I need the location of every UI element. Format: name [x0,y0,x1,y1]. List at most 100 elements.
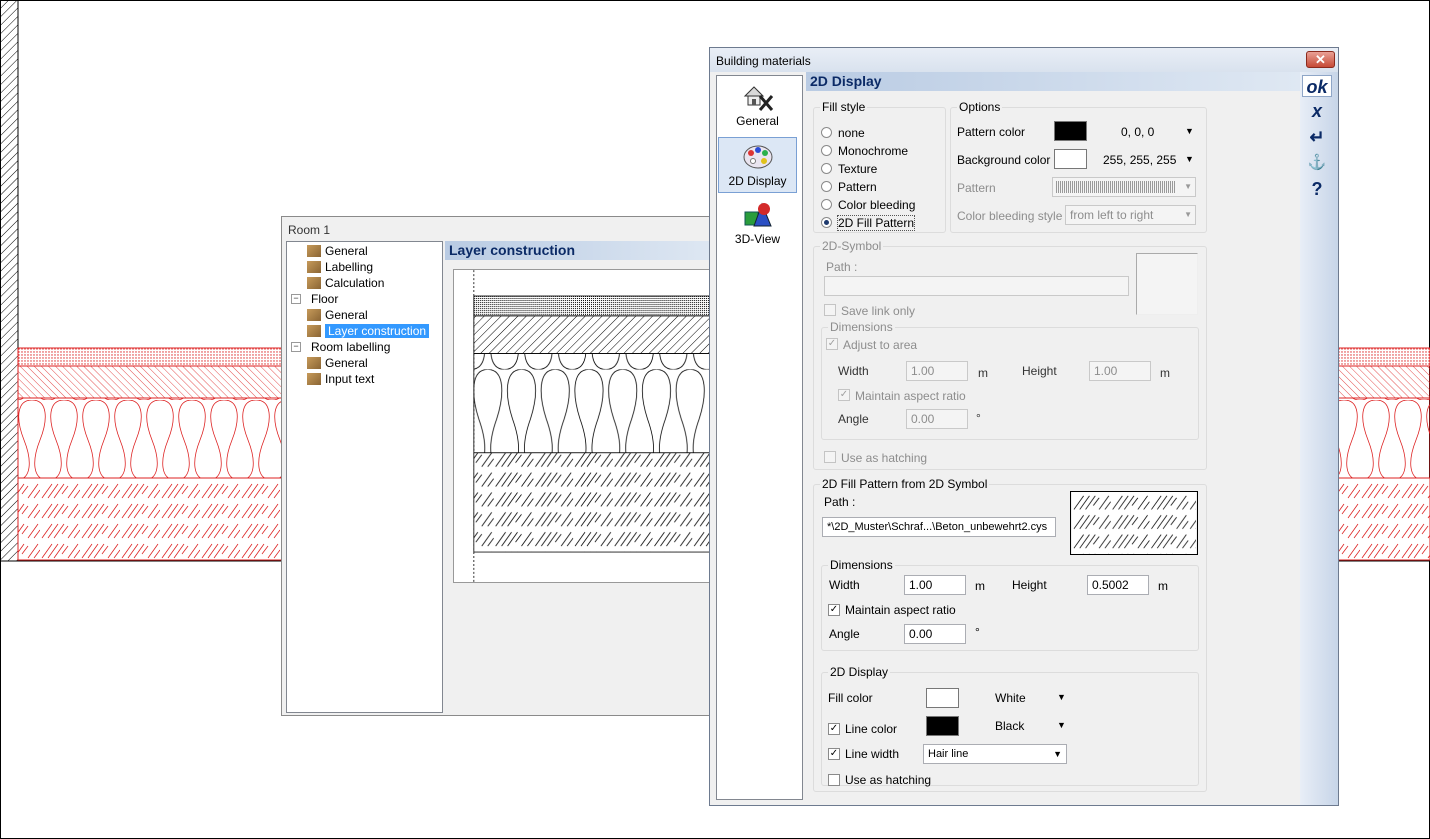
fill-pattern-2d-title: 2D Fill Pattern from 2D Symbol [820,477,990,491]
symbol-height-label: Height [1022,364,1057,378]
fill-pattern-2d-group: 2D Fill Pattern from 2D Symbol Path : *\… [813,477,1207,792]
symbol-maintain-aspect-checkbox[interactable]: ✓ [838,389,850,401]
tree-node-icon [307,309,321,321]
fill-pattern-maintain-aspect-label: Maintain aspect ratio [845,603,956,617]
line-width-checkbox[interactable]: ✓ [828,748,840,760]
line-color-label: Line color [845,722,898,736]
fill-style-title: Fill style [820,100,868,114]
pattern-color-label: Pattern color [957,125,1026,139]
tree-item[interactable]: Room labelling [307,339,390,355]
building-materials-dialog: Building materials ✕ General 2D Display [709,47,1339,806]
tree-node-icon [307,277,321,289]
cancel-button[interactable]: x [1302,100,1332,122]
side-navigation: General 2D Display 3D-View [716,75,803,800]
line-width-select[interactable]: Hair line ▼ [923,744,1067,764]
background-color-label: Background color [957,153,1051,167]
fill-pattern-height-input[interactable]: 0.5002 [1087,575,1149,595]
symbol-width-input[interactable]: 1.00 [906,361,968,381]
nav-3d-view[interactable]: 3D-View [718,196,797,252]
tree-node-icon [307,373,321,385]
fill-pattern-height-label: Height [1012,578,1047,592]
background-color-dropdown-icon[interactable]: ▼ [1185,154,1194,164]
symbol-width-unit: m [978,366,988,380]
tree-item[interactable]: Floor [307,291,338,307]
fill-pattern-angle-input[interactable]: 0.00 [904,624,966,644]
nav-3d-view-label: 3D-View [734,232,781,246]
display-2d-group: 2D Display Fill color White ▼ ✓ Line col… [821,665,1199,787]
symbol-dimensions-group: Dimensions ✓ Adjust to area Width 1.00 m… [821,320,1199,440]
tree-item[interactable]: General [307,307,368,323]
fill-style-radio[interactable] [821,127,832,138]
tree-node-icon [307,325,321,337]
tree-item[interactable]: Layer construction [307,323,430,339]
tree-item[interactable]: Calculation [307,275,384,291]
pattern-label: Pattern [957,181,996,195]
symbol-angle-input[interactable]: 0.00 [906,409,968,429]
fill-pattern-dimensions-title: Dimensions [828,558,895,572]
pattern-color-swatch[interactable] [1054,121,1087,141]
dialog-main-panel: 2D Display Fill style none Monochrome Text… [806,72,1300,805]
fill-style-radio[interactable] [821,181,832,192]
save-link-only-checkbox[interactable] [824,304,836,316]
palette-icon [743,145,772,169]
line-width-label: Line width [845,747,900,761]
display-use-hatching-label: Use as hatching [845,773,932,787]
fill-pattern-width-input[interactable]: 1.00 [904,575,966,595]
fill-pattern-width-unit: m [975,579,985,593]
tree-item[interactable]: Input text [307,371,374,387]
background-color-swatch[interactable] [1054,149,1087,169]
help-button[interactable]: ? [1302,178,1332,200]
close-button[interactable]: ✕ [1306,51,1335,68]
fill-pattern-dimensions-group: Dimensions Width 1.00 m Height 0.5002 m … [821,558,1199,651]
apply-button[interactable]: ↵ [1302,126,1332,148]
tree-item-label: Labelling [325,260,374,274]
chevron-down-icon: ▼ [1053,749,1062,759]
tree-node-icon [307,261,321,273]
line-color-checkbox[interactable]: ✓ [828,723,840,735]
line-color-value: Black [995,719,1025,733]
tree-item[interactable]: General [307,355,368,371]
fill-pattern-maintain-aspect-checkbox[interactable]: ✓ [828,604,840,616]
fill-style-radio[interactable] [821,217,832,228]
line-color-dropdown-icon[interactable]: ▼ [1057,720,1066,730]
nav-2d-display[interactable]: 2D Display [718,137,797,193]
tree-collapse-toggle[interactable]: − [291,294,301,304]
fill-style-radio[interactable] [821,199,832,210]
symbol-width-label: Width [838,364,869,378]
fill-color-swatch[interactable] [926,688,959,708]
symbol-angle-label: Angle [838,412,869,426]
pattern-select[interactable]: ▼ [1052,177,1196,197]
tree-collapse-toggle[interactable]: − [291,342,301,352]
fill-pattern-path-input[interactable]: *\2D_Muster\Schraf...\Beton_unbewehrt2.c… [822,517,1056,537]
tree-item[interactable]: General [307,243,368,259]
pattern-color-dropdown-icon[interactable]: ▼ [1185,126,1194,136]
adjust-to-area-checkbox[interactable]: ✓ [826,338,838,350]
line-color-swatch[interactable] [926,716,959,736]
fill-color-dropdown-icon[interactable]: ▼ [1057,692,1066,702]
fill-style-radio[interactable] [821,145,832,156]
chevron-down-icon: ▼ [1184,182,1192,191]
ok-button[interactable]: ok [1302,75,1332,97]
fill-pattern-height-unit: m [1158,579,1168,593]
chevron-down-icon: ▼ [1184,210,1192,219]
dialog-title: Building materials [716,54,811,68]
stamp-button[interactable]: ⚓ [1302,152,1332,174]
symbol-path-input[interactable] [824,276,1129,296]
tree-item[interactable]: Labelling [307,259,373,275]
color-bleeding-style-select[interactable]: from left to right ▼ [1065,205,1196,225]
display-use-hatching-checkbox[interactable] [828,774,840,786]
options-group: Options Pattern color 0, 0, 0 ▼ Backgrou… [950,100,1207,233]
nav-general-label: General [736,114,779,128]
color-bleeding-style-label: Color bleeding style [957,209,1063,223]
room-tree-view[interactable]: General Labelling Calculation Floor − General… [286,241,443,713]
nav-general[interactable]: General [718,78,797,134]
pattern-color-value: 0, 0, 0 [1121,125,1155,139]
symbol-use-hatching-label: Use as hatching [841,451,928,465]
layer-construction-header: Layer construction [445,241,720,260]
symbol-height-input[interactable]: 1.00 [1089,361,1151,381]
dialog-action-bar: ok x ↵ ⚓ ? [1300,72,1338,805]
symbol-use-hatching-checkbox[interactable] [824,451,836,463]
fill-style-radio[interactable] [821,163,832,174]
tree-item-label: General [325,308,368,322]
tree-item-label: General [325,244,368,258]
